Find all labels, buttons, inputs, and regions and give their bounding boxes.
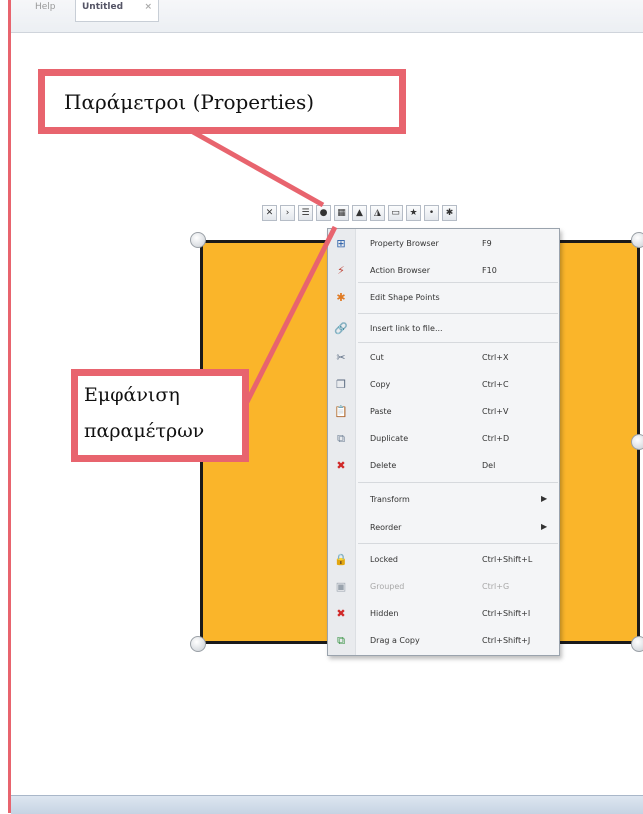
- callout-line-show: [244, 225, 338, 404]
- status-bar: [11, 795, 643, 814]
- callout-show-properties: Εμφάνιση παραμέτρων: [71, 369, 249, 462]
- callout-properties: Παράμετροι (Properties): [38, 69, 406, 134]
- callout-show-line1: Εμφάνιση: [84, 384, 180, 406]
- callout-line-properties: [191, 129, 325, 208]
- callout-properties-text: Παράμετροι (Properties): [64, 90, 315, 114]
- callout-show-line2: παραμέτρων: [84, 420, 205, 442]
